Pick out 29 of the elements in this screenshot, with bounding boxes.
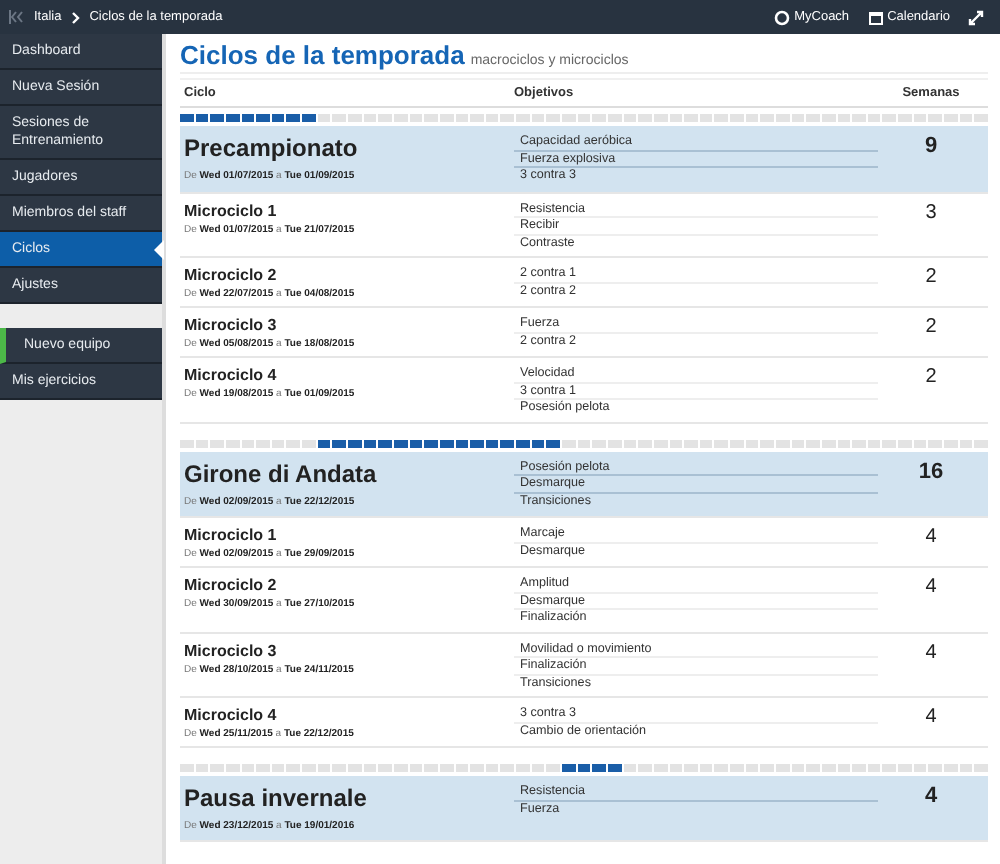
expand-button[interactable] <box>964 9 988 25</box>
weeks-count: 2 <box>923 316 939 342</box>
cycle-name: Precampionato <box>184 134 360 162</box>
cycle-name: Girone di Andata <box>184 459 379 487</box>
circle-icon <box>774 9 791 25</box>
collapse-icon[interactable] <box>8 10 24 24</box>
weeks-count: 4 <box>923 576 939 602</box>
chevron-icon <box>71 11 80 23</box>
cycle-name: Microciclo 4 <box>184 706 279 724</box>
calendar-icon <box>867 9 884 25</box>
weeks-count: 4 <box>923 641 939 667</box>
weeks-count: 9 <box>922 134 940 162</box>
weeks-count: 4 <box>922 784 940 812</box>
cycle-name: Microciclo 3 <box>184 641 279 659</box>
weeks-count: 4 <box>923 526 939 552</box>
weeks-count: 16 <box>916 459 946 487</box>
cycle-name: Microciclo 2 <box>184 266 279 284</box>
weeks-count: 2 <box>923 366 939 392</box>
cycle-name: Microciclo 1 <box>184 526 279 544</box>
cycle-name: Pausa invernale <box>184 784 369 812</box>
weeks-count: 2 <box>923 266 939 292</box>
cycle-name: Microciclo 2 <box>184 576 279 594</box>
weeks-count: 4 <box>923 706 939 732</box>
cycle-name: Microciclo 1 <box>184 201 279 219</box>
expand-icon <box>968 9 984 25</box>
cycle-name: Microciclo 4 <box>184 366 279 384</box>
page-title: Ciclos de la temporada <box>180 40 465 70</box>
cycle-name: Microciclo 3 <box>184 316 279 334</box>
weeks-count: 3 <box>923 201 939 227</box>
